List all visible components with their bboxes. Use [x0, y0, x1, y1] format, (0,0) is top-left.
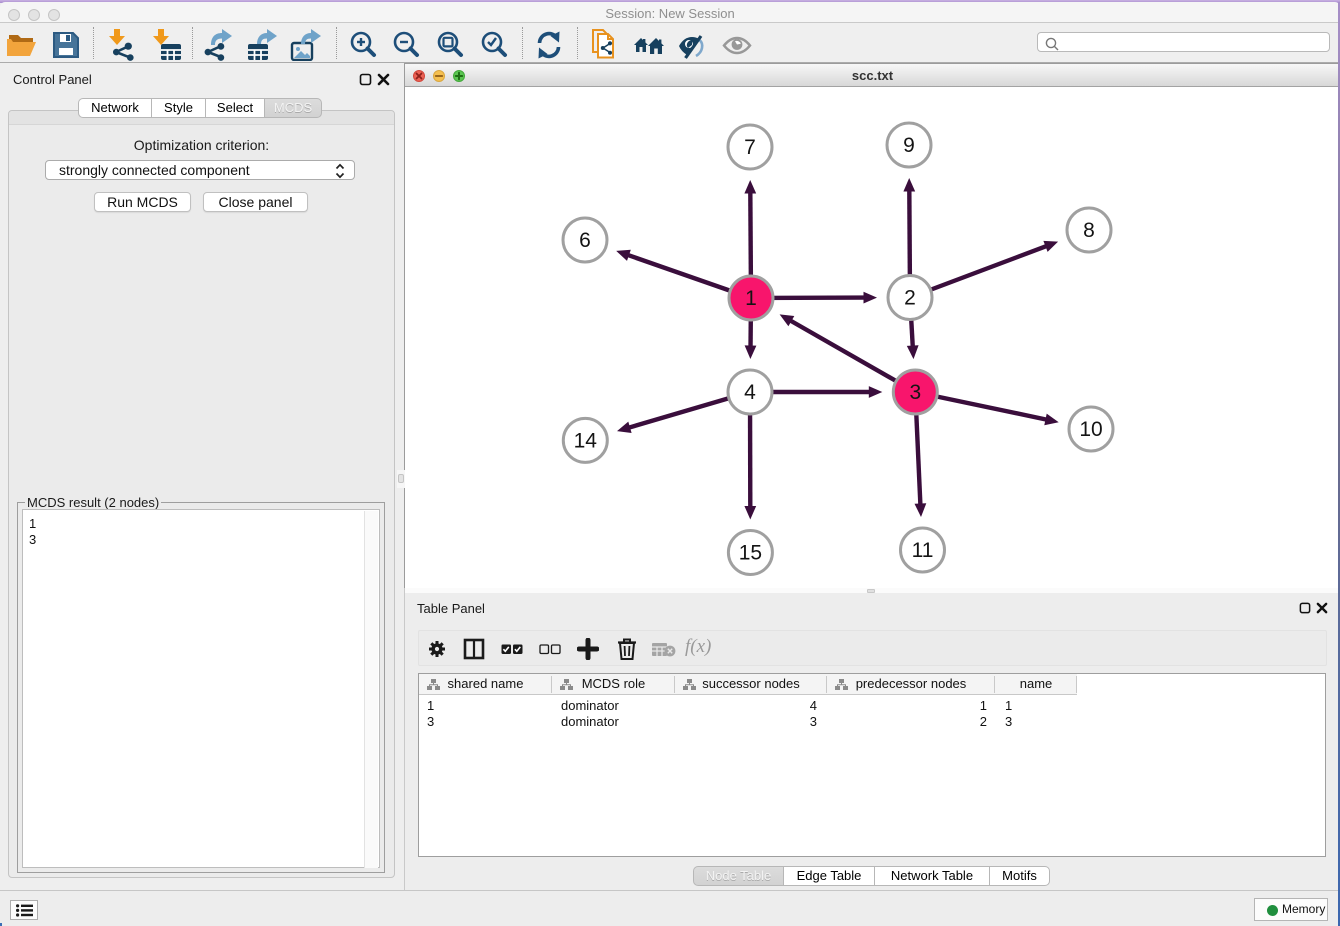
svg-text:3: 3: [909, 381, 921, 404]
svg-text:11: 11: [912, 539, 934, 562]
svg-text:2: 2: [904, 287, 916, 310]
svg-text:8: 8: [1083, 219, 1095, 242]
svg-text:14: 14: [574, 429, 598, 452]
svg-text:9: 9: [903, 134, 915, 157]
svg-text:15: 15: [739, 542, 762, 565]
svg-text:1: 1: [745, 287, 757, 310]
svg-text:7: 7: [744, 136, 756, 159]
svg-text:6: 6: [579, 229, 591, 252]
svg-text:10: 10: [1079, 418, 1102, 441]
svg-text:4: 4: [744, 381, 756, 404]
